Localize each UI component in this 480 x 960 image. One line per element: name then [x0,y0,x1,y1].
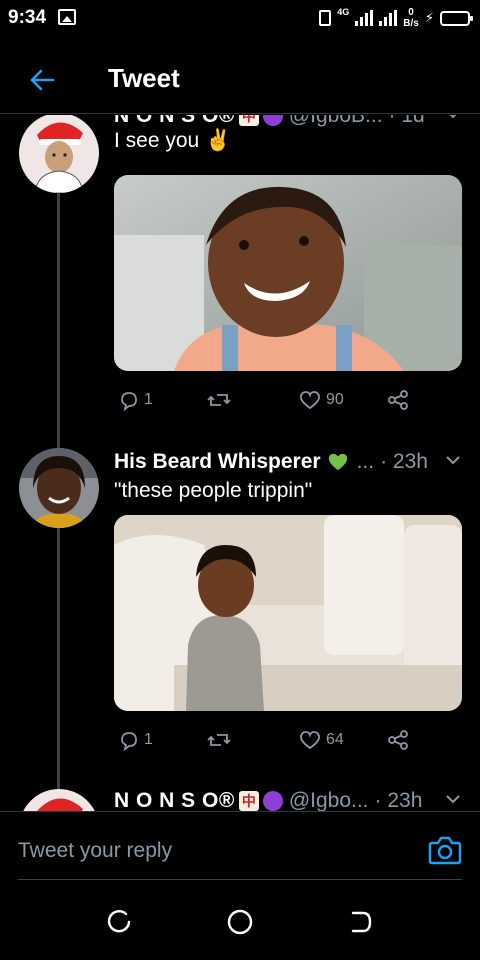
chevron-down-icon[interactable] [444,115,462,123]
tweet-actions: 1 64 [114,725,414,755]
author-handle: @IgboB... [288,115,383,127]
network-speed-value: 0 [408,7,414,18]
child-photo [114,175,462,371]
retweet-icon [207,394,231,406]
retweet-button[interactable] [206,725,232,755]
tweet[interactable]: N O N S O® 中 @IgboB... · 1d I see you ✌️ [0,115,480,421]
tweet-actions: 1 90 [114,385,414,415]
share-button[interactable] [386,725,410,755]
tweet-time: · 23h [374,789,423,811]
chevron-down-icon[interactable] [444,790,462,808]
like-count: 90 [326,391,344,408]
recent-apps-icon[interactable] [106,908,134,936]
share-button[interactable] [386,385,410,415]
share-icon [388,390,408,410]
network-type: 4G [337,6,350,17]
author-name[interactable]: His Beard Whisperer [114,450,321,474]
retweet-button[interactable] [206,385,232,415]
signal-icon-2 [379,10,398,26]
author-handle: @Igbo... [288,789,369,811]
heart-icon [300,391,320,410]
arrow-left-icon [30,69,55,91]
system-navigation-bar [0,880,480,960]
like-count: 64 [326,731,344,748]
tweet-image[interactable] [114,515,462,711]
network-speed: 0 B/s [403,7,419,29]
reply-count: 1 [144,731,153,748]
like-button[interactable]: 90 [298,385,344,415]
charging-icon: ⚡ [424,10,434,25]
speech-bubble-icon [121,392,137,411]
signal-icon [355,10,374,26]
avatar-illustration [19,789,99,811]
camera-icon[interactable] [428,834,462,866]
avatar[interactable] [19,789,99,811]
devil-emoji-icon [262,115,283,126]
tweet[interactable]: N O N S O® 中 @Igbo... · 23h [0,785,480,811]
reply-input[interactable]: Tweet your reply [18,839,172,863]
reply-button[interactable]: 1 [118,385,153,415]
back-button[interactable] [22,60,62,100]
vibrate-icon [319,10,332,26]
reply-composer: Tweet your reply [0,811,480,881]
status-indicators: 4G 0 B/s ⚡ [319,6,473,30]
reply-count: 1 [144,391,153,408]
chevron-down-icon[interactable] [444,451,462,469]
tweet-text: "these people trippin" [114,479,313,502]
page-title: Tweet [108,63,180,93]
speech-bubble-icon [121,732,137,751]
author-name[interactable]: N O N S O® [114,789,235,811]
mahjong-emoji-icon: 中 [238,791,259,811]
child-photo [114,515,462,711]
share-icon [388,730,408,750]
tweet-time: · 23h [380,450,428,473]
reply-button[interactable]: 1 [118,725,153,755]
devil-emoji-icon [262,791,283,811]
network-speed-unit: B/s [403,18,419,29]
back-nav-icon[interactable] [346,908,374,936]
tweet-header: N O N S O® 中 @Igbo... · 23h [114,786,462,811]
mahjong-emoji-icon: 中 [238,115,259,126]
battery-icon [440,10,473,26]
conversation-thread[interactable]: N O N S O® 中 @IgboB... · 1d I see you ✌️ [0,115,480,811]
author-handle: ... [356,450,375,473]
tweet-text: I see you ✌️ [114,129,232,152]
retweet-icon [207,734,231,746]
green-heart-emoji-icon [327,452,347,472]
home-icon[interactable] [226,908,254,936]
app-header: Tweet [0,44,480,114]
status-bar: 9:34 4G 0 B/s ⚡ [0,0,480,36]
gallery-notification-icon [58,9,76,25]
tweet-image[interactable] [114,175,462,371]
like-button[interactable]: 64 [298,725,344,755]
avatar-illustration [19,115,99,193]
avatar[interactable] [19,448,99,528]
avatar[interactable] [19,115,99,193]
status-time: 9:34 [8,7,47,28]
author-name[interactable]: N O N S O® [114,115,235,128]
heart-icon [300,731,320,750]
tweet-time: · 1d [388,115,425,127]
avatar-photo [19,448,99,528]
tweet-header: His Beard Whisperer ... · 23h [114,447,462,477]
tweet[interactable]: His Beard Whisperer ... · 23h "these peo… [0,445,480,785]
